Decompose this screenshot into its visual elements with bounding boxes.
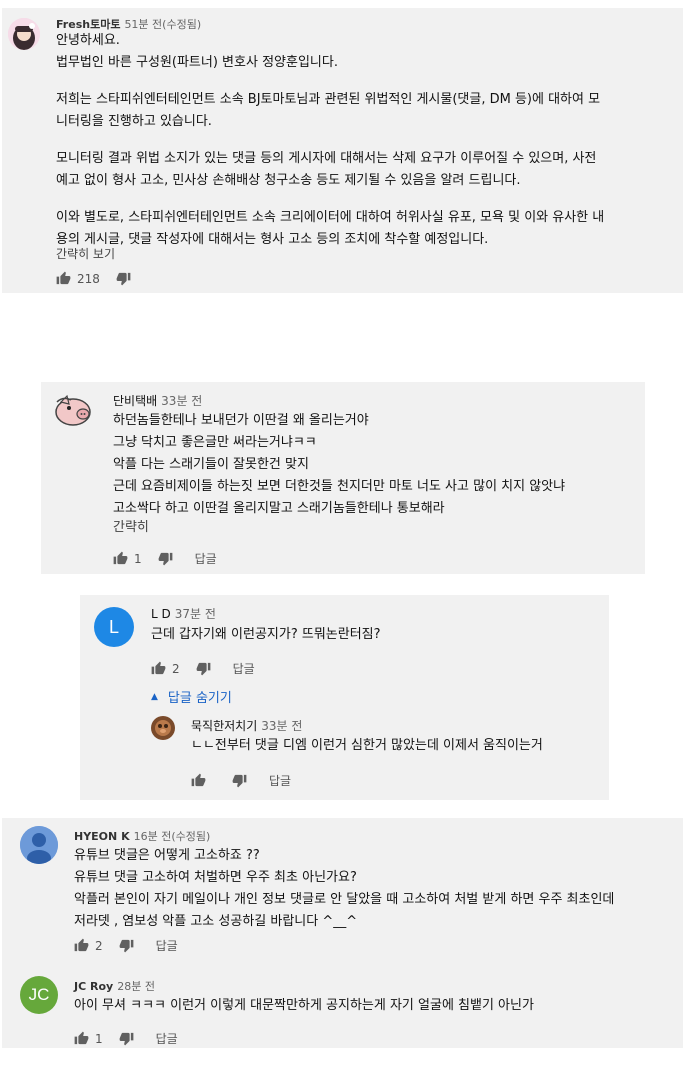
comment-line [56, 192, 604, 207]
timestamp[interactable]: 16분 전(수정됨) [134, 830, 211, 843]
comment-line: 예고 없이 형사 고소, 민사상 손해배상 청구소송 등도 제기될 수 있음을 … [56, 173, 521, 188]
comment-line: 저라뎃 , 염보성 악플 고소 성공하길 바랍니다 ^__^ [74, 914, 358, 929]
comment-header: 단비택배 33분 전 [113, 392, 202, 409]
like-count: 2 [95, 938, 103, 953]
thumbs-up-icon[interactable] [56, 271, 71, 286]
comment-line: 고소싹다 하고 이딴걸 올리지말고 스래기놈들한테나 통보해라 [113, 501, 445, 516]
comment-actions: 2 답글 [74, 937, 178, 954]
user-avatar[interactable] [151, 716, 175, 740]
comment-text: ㄴㄴ전부터 댓글 디엠 이런거 심한거 많았는데 이제서 움직이는거 [191, 735, 543, 757]
author-name[interactable]: 단비택배 [113, 394, 157, 408]
comment-line [56, 74, 604, 89]
comment-card: HYEON K 16분 전(수정됨) 유튜브 댓글은 어떻게 고소하죠 ?? 유튜… [2, 818, 683, 1048]
comment-line: 모니터링 결과 위법 소지가 있는 댓글 등의 게시자에 대해서는 삭제 요구가… [56, 151, 597, 166]
comment-line: 저희는 스타피쉬엔터테인먼트 소속 BJ토마토님과 관련된 위법적인 게시물(댓… [56, 92, 601, 107]
like-count: 2 [172, 661, 180, 676]
comment-line: 안녕하세요. [56, 33, 120, 48]
comment-header: 묵직한저치기 33분 전 [191, 717, 302, 734]
like-count: 1 [95, 1031, 103, 1046]
thumbs-down-icon[interactable] [158, 551, 173, 566]
comment-line: 아이 무셔 ㅋㅋㅋ 이런거 이렇게 대문짝만하게 공지하는게 자기 얼굴에 침뱉… [74, 998, 534, 1013]
timestamp[interactable]: 33분 전 [261, 719, 302, 733]
thumbs-up-icon[interactable] [113, 551, 128, 566]
comment-line: ㄴㄴ전부터 댓글 디엠 이런거 심한거 많았는데 이제서 움직이는거 [191, 738, 543, 753]
comment-line: 용의 게시글, 댓글 작성자에 대해서는 형사 고소 등의 조치에 착수할 예정… [56, 232, 489, 247]
comment-line: 근데 갑자기왜 이런공지가? 뜨뭐논란터짐? [151, 627, 381, 642]
user-avatar[interactable]: L [94, 607, 134, 647]
like-count: 1 [134, 551, 142, 566]
comment-actions: 1 답글 [113, 550, 217, 567]
avatar-letter: JC [28, 985, 50, 1004]
thumbs-up-icon[interactable] [74, 938, 89, 953]
comment-header: JC Roy 28분 전 [74, 978, 155, 994]
comment-text: 유튜브 댓글은 어떻게 고소하죠 ?? 유튜브 댓글 고소하여 처벌하면 우주 … [74, 845, 614, 933]
thumbs-down-icon[interactable] [196, 661, 211, 676]
comment-line: 근데 요즘비제이들 하는짓 보면 더한것들 천지더만 마토 너도 사고 많이 치… [113, 479, 566, 494]
thumbs-down-icon[interactable] [232, 773, 247, 788]
comment-line: 악플러 본인이 자기 메일이나 개인 정보 댓글로 안 달았을 때 고소하여 처… [74, 892, 615, 907]
comment-text: 안녕하세요. 법무법인 바른 구성원(파트너) 변호사 정양훈입니다. 저희는 … [56, 30, 604, 251]
comment-header: HYEON K 16분 전(수정됨) [74, 828, 210, 844]
comment-actions: 1 답글 [74, 1030, 178, 1047]
comment-line [56, 133, 604, 148]
comment-line: 악플 다는 스래기들이 잘못한건 맞지 [113, 457, 309, 472]
comment-card: Fresh토마토 51분 전(수정됨) 안녕하세요. 법무법인 바른 구성원(파트… [2, 8, 683, 293]
comment-text: 아이 무셔 ㅋㅋㅋ 이런거 이렇게 대문짝만하게 공지하는게 자기 얼굴에 침뱉… [74, 995, 534, 1017]
comment-actions: 답글 [191, 772, 291, 789]
comment-line: 니터링을 진행하고 있습니다. [56, 114, 212, 129]
thumbs-up-icon[interactable] [151, 661, 166, 676]
comment-text: 근데 갑자기왜 이런공지가? 뜨뭐논란터짐? [151, 624, 381, 646]
thumbs-up-icon[interactable] [191, 773, 206, 788]
reply-button[interactable]: 답글 [156, 937, 178, 954]
thumbs-up-icon[interactable] [74, 1031, 89, 1046]
hide-replies-label: 답글 숨기기 [167, 691, 232, 706]
comment-line: 이와 별도로, 스타피쉬엔터테인먼트 소속 크리에이터에 대하여 허위사실 유포… [56, 210, 605, 225]
timestamp[interactable]: 37분 전 [175, 607, 216, 621]
comment-line: 유튜브 댓글 고소하여 처벌하면 우주 최초 아닌가요? [74, 870, 357, 885]
timestamp[interactable]: 33분 전 [161, 394, 202, 408]
comment-actions: 218 [56, 271, 131, 286]
reply-button[interactable]: 답글 [195, 550, 217, 567]
timestamp[interactable]: 28분 전 [117, 980, 155, 993]
comment-card: 단비택배 33분 전 하던놈들한테나 보내던가 이딴걸 왜 올리는거야 그냥 닥치… [41, 382, 645, 574]
thumbs-down-icon[interactable] [119, 938, 134, 953]
author-name[interactable]: HYEON K [74, 830, 130, 843]
comment-header: L D 37분 전 [151, 605, 216, 622]
reply-button[interactable]: 답글 [269, 772, 291, 789]
comment-line: 유튜브 댓글은 어떻게 고소하죠 ?? [74, 848, 260, 863]
comment-line: 하던놈들한테나 보내던가 이딴걸 왜 올리는거야 [113, 413, 369, 428]
author-name[interactable]: 묵직한저치기 [191, 719, 257, 733]
comment-line: 법무법인 바른 구성원(파트너) 변호사 정양훈입니다. [56, 55, 338, 70]
reply-button[interactable]: 답글 [233, 660, 255, 677]
chevron-up-icon: ▲ [151, 691, 158, 702]
avatar-letter: L [108, 616, 119, 637]
comment-actions: 2 답글 [151, 660, 255, 677]
reply-thread-card: L L D 37분 전 근데 갑자기왜 이런공지가? 뜨뭐논란터짐? 2 답글 ▲… [80, 595, 609, 800]
thumbs-down-icon[interactable] [116, 271, 131, 286]
reply-button[interactable]: 답글 [156, 1030, 178, 1047]
author-name[interactable]: JC Roy [74, 980, 113, 993]
thumbs-down-icon[interactable] [119, 1031, 134, 1046]
user-avatar[interactable] [8, 18, 40, 50]
author-name[interactable]: L D [151, 607, 171, 621]
user-avatar[interactable] [20, 826, 58, 864]
user-avatar[interactable]: JC [20, 976, 58, 1014]
user-avatar[interactable] [53, 390, 93, 430]
show-less-link[interactable]: 간략히 [113, 516, 149, 535]
like-count: 218 [77, 271, 100, 286]
comment-line: 그냥 닥치고 좋은글만 써라는거냐ㅋㅋ [113, 435, 317, 450]
show-less-link[interactable]: 간략히 보기 [56, 245, 115, 262]
comment-text: 하던놈들한테나 보내던가 이딴걸 왜 올리는거야 그냥 닥치고 좋은글만 써라는… [113, 410, 565, 520]
hide-replies-button[interactable]: ▲ 답글 숨기기 [151, 687, 232, 706]
